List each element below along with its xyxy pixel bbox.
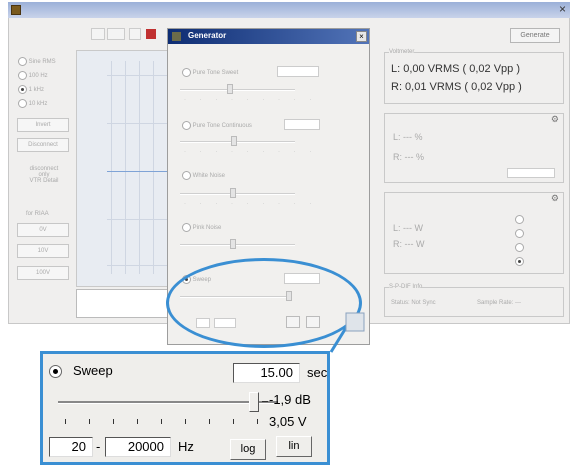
db-readout: -1,9 dB: [269, 392, 311, 407]
volt-readout: 3,05 V: [269, 414, 307, 429]
level-slider-knob[interactable]: [248, 392, 259, 412]
level-slider-track: [58, 401, 278, 404]
slider-tick: [89, 419, 90, 424]
slider-tick: [113, 419, 114, 424]
sweep-radio[interactable]: [49, 365, 62, 378]
slider-tick: [65, 419, 66, 424]
slider-tick: [161, 419, 162, 424]
freq-unit: Hz: [178, 439, 194, 454]
slider-tick: [209, 419, 210, 424]
freq-from-input[interactable]: 20: [49, 437, 93, 457]
sweep-duration-input[interactable]: 15.00: [233, 363, 300, 383]
duration-unit: sec: [307, 365, 328, 380]
freq-separator: -: [96, 439, 101, 454]
db-pointer: [262, 401, 268, 402]
slider-tick: [137, 419, 138, 424]
freq-to-input[interactable]: 20000: [105, 437, 171, 457]
log-button[interactable]: log: [230, 439, 266, 460]
slider-tick: [233, 419, 234, 424]
sweep-label: Sweep: [73, 363, 113, 378]
slider-tick: [257, 419, 258, 424]
zoom-callout: Sweep 15.00 sec -1,9 dB 3,05 V 20 - 2000…: [40, 351, 330, 465]
lin-button[interactable]: lin: [276, 436, 312, 457]
slider-tick: [185, 419, 186, 424]
